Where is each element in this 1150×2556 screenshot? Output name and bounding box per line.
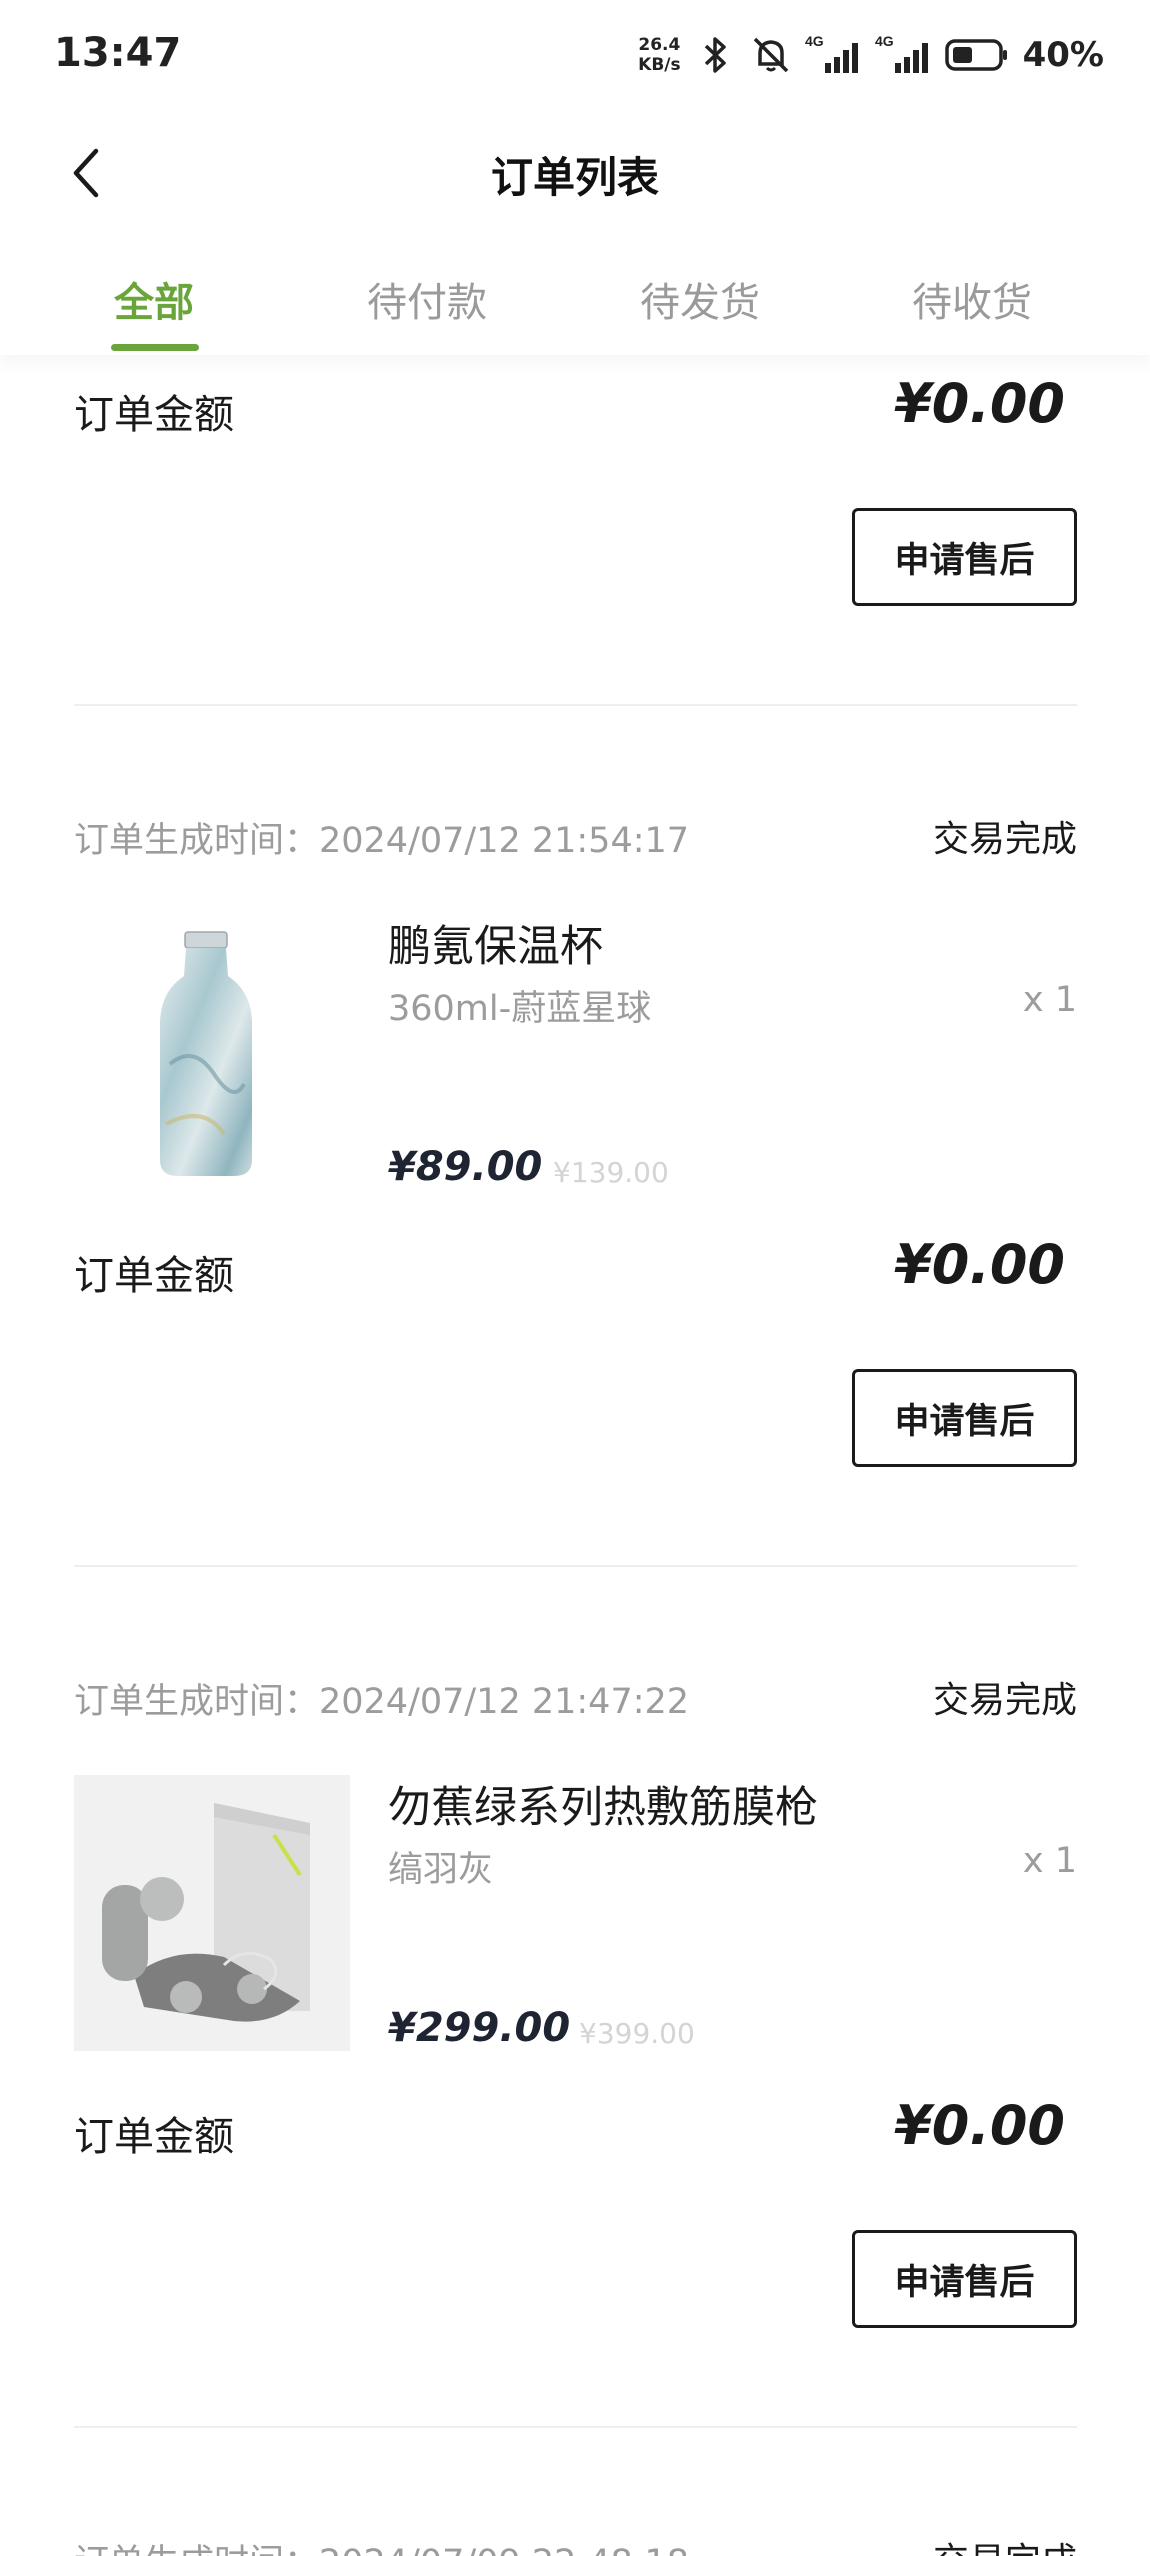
battery-percent: 40% — [1022, 35, 1104, 75]
after-sale-button[interactable]: 申请售后 — [852, 508, 1077, 606]
order-amount-value: ¥0.00 — [894, 1233, 1065, 1296]
tab-bar: 全部 待付款 待发货 待收货 — [0, 240, 1150, 355]
tab-pending-shipment[interactable]: 待发货 — [610, 270, 790, 328]
order-amount-label: 订单金额 — [74, 2114, 234, 2160]
network-type-1: 4G — [805, 33, 824, 49]
page-title: 订单列表 — [490, 153, 659, 202]
product-price: ¥299.00 — [388, 2005, 571, 2051]
bluetooth-icon — [693, 33, 737, 77]
after-sale-button[interactable]: 申请售后 — [852, 1369, 1077, 1467]
network-speed-unit: KB/s — [638, 55, 681, 75]
product-name: 勿蕉绿系列热敷筋膜枪 — [388, 1783, 818, 1833]
status-time: 13:47 — [54, 30, 182, 76]
status-icons: 26.4 KB/s 4G 4G 40% — [638, 30, 1104, 80]
product-spec: 缟羽灰 — [388, 1850, 494, 1890]
product-original-price: ¥139.00 — [553, 1156, 669, 1189]
header: 订单列表 — [0, 110, 1150, 240]
product-image-massage-gun[interactable] — [74, 1775, 350, 2051]
network-type-2: 4G — [875, 33, 894, 49]
tab-pending-receipt[interactable]: 待收货 — [882, 270, 1062, 328]
mute-icon — [749, 33, 793, 77]
product-name: 鹏氪保温杯 — [388, 922, 603, 972]
order-amount-value: ¥0.00 — [894, 2094, 1065, 2157]
active-tab-indicator — [111, 344, 199, 351]
network-speed: 26.4 KB/s — [638, 35, 680, 75]
product-quantity: x 1 — [1022, 980, 1077, 1020]
product-original-price: ¥399.00 — [579, 2017, 695, 2050]
after-sale-button[interactable]: 申请售后 — [852, 2230, 1077, 2328]
order-status: 交易完成 — [932, 819, 1077, 860]
order-divider — [74, 2426, 1077, 2428]
tab-all[interactable]: 全部 — [64, 270, 244, 328]
order-time: 订单生成时间：2024/07/12 21:54:17 — [74, 821, 690, 861]
order-time: 订单生成时间：2024/07/09 22:48:18 — [74, 2534, 689, 2556]
order-amount-value: ¥0.00 — [894, 372, 1065, 435]
signal-icon: 4G — [805, 33, 863, 77]
order-divider — [74, 1565, 1077, 1567]
order-amount-label: 订单金额 — [74, 392, 234, 438]
network-speed-value: 26.4 — [638, 35, 681, 55]
product-price: ¥89.00 — [388, 1144, 543, 1190]
order-status: 交易完成 — [933, 2532, 1077, 2556]
signal-icon-2: 4G — [875, 33, 933, 77]
product-image-thermos[interactable] — [74, 914, 350, 1190]
status-bar: 13:47 26.4 KB/s 4G 4G 40% — [0, 0, 1150, 110]
product-spec: 360ml-蔚蓝星球 — [388, 989, 652, 1029]
order-status: 交易完成 — [932, 1680, 1077, 1721]
battery-icon — [944, 33, 1009, 77]
order-divider — [74, 704, 1077, 706]
order-amount-label: 订单金额 — [74, 1253, 234, 1299]
tab-pending-payment[interactable]: 待付款 — [337, 270, 517, 328]
order-time: 订单生成时间：2024/07/12 21:47:22 — [74, 1682, 690, 1722]
product-quantity: x 1 — [1022, 1841, 1077, 1881]
